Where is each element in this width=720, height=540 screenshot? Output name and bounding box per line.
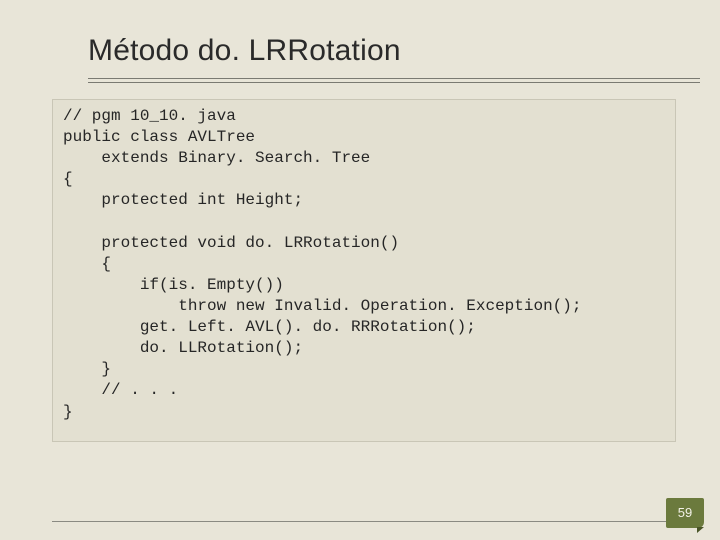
- code-line: // pgm 10_10. java: [63, 107, 236, 125]
- code-line: throw new Invalid. Operation. Exception(…: [63, 297, 581, 315]
- code-line: protected int Height;: [63, 191, 303, 209]
- page-number-badge: 59: [666, 498, 704, 528]
- code-line: get. Left. AVL(). do. RRRotation();: [63, 318, 476, 336]
- title-block: Método do. LRRotation: [0, 0, 720, 83]
- code-line: if(is. Empty()): [63, 276, 284, 294]
- code-line: do. LLRotation();: [63, 339, 303, 357]
- footer-rule: [52, 521, 700, 522]
- code-line: {: [63, 255, 111, 273]
- code-line: public class AVLTree: [63, 128, 255, 146]
- code-line: // . . .: [63, 381, 178, 399]
- title-rule-1: [88, 78, 700, 79]
- code-content: // pgm 10_10. java public class AVLTree …: [63, 106, 665, 423]
- footer: 59: [52, 521, 700, 522]
- code-block: // pgm 10_10. java public class AVLTree …: [52, 99, 676, 442]
- slide-title: Método do. LRRotation: [88, 34, 720, 68]
- code-line: protected void do. LRRotation(): [63, 234, 399, 252]
- code-line: }: [63, 360, 111, 378]
- code-line: extends Binary. Search. Tree: [63, 149, 370, 167]
- code-line: }: [63, 403, 73, 421]
- code-line: {: [63, 170, 73, 188]
- title-rule-2: [88, 82, 700, 83]
- title-underline-group: [88, 78, 720, 83]
